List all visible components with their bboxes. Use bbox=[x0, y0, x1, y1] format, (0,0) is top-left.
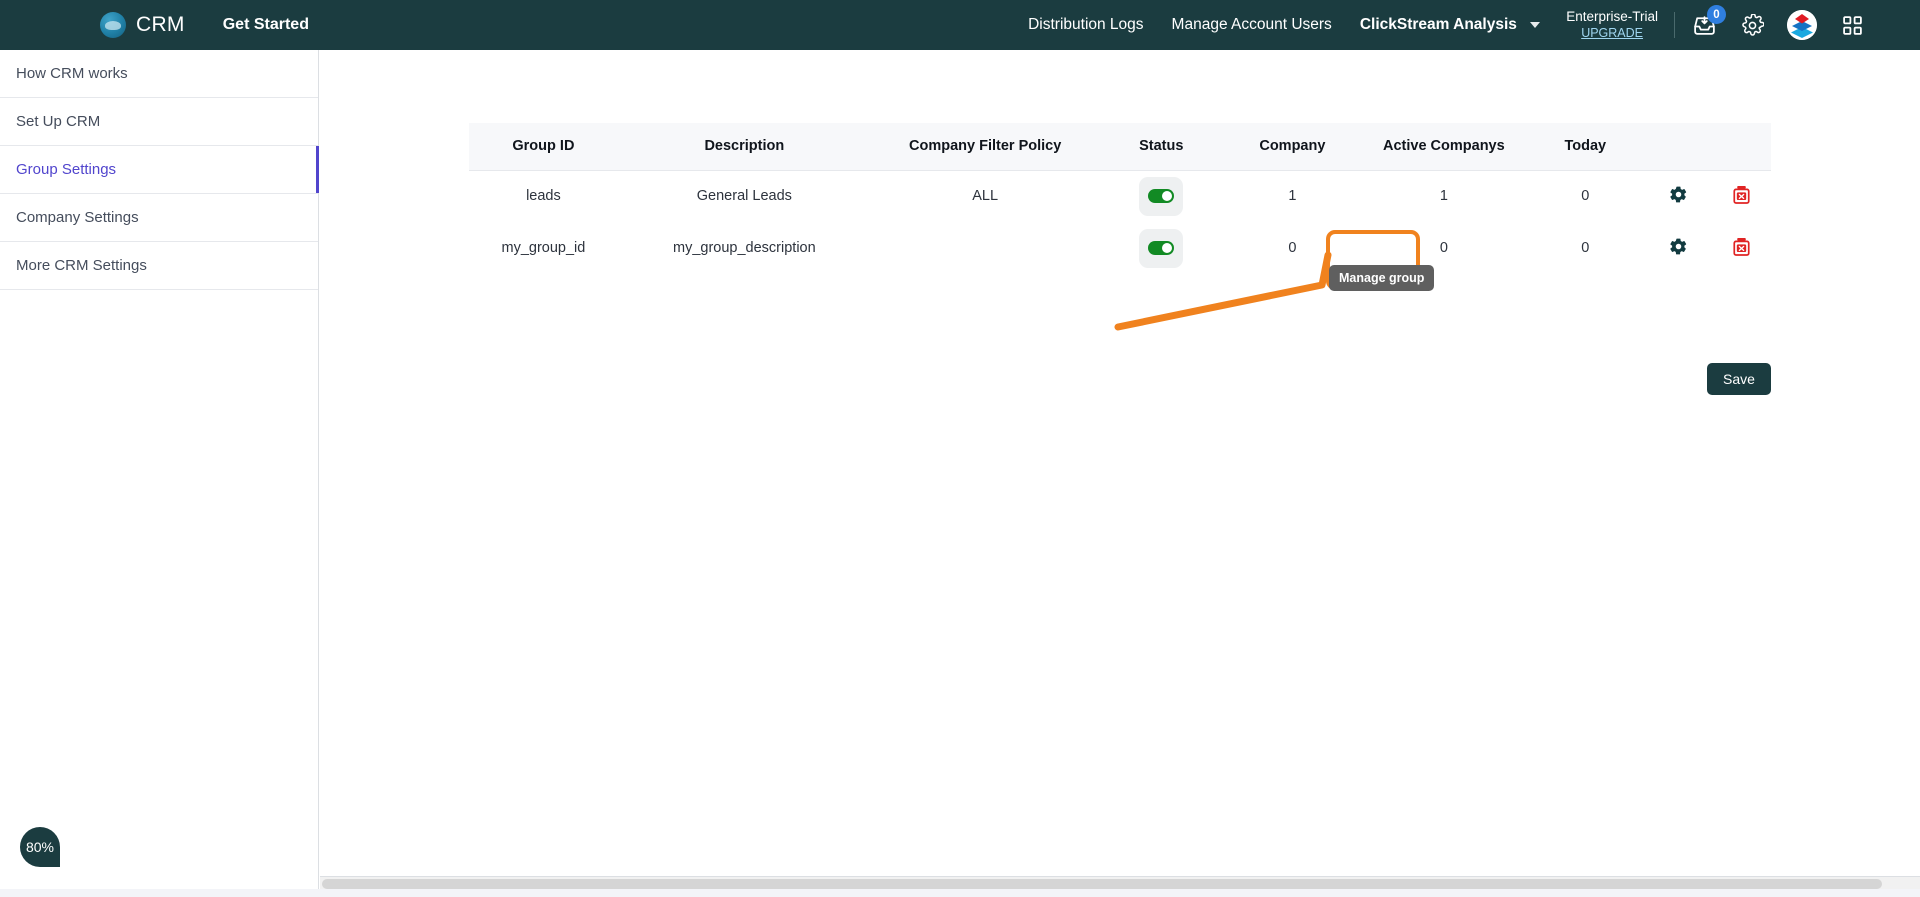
sidebar-item-label: Group Settings bbox=[16, 161, 117, 178]
product-logo-glyph bbox=[1787, 10, 1817, 40]
inbox-badge-count: 0 bbox=[1707, 5, 1726, 24]
cell-status bbox=[1099, 170, 1224, 222]
tooltip-manage-group: Manage group bbox=[1329, 265, 1435, 291]
toggle-switch-on-icon bbox=[1148, 189, 1175, 204]
nav-link-distribution-logs[interactable]: Distribution Logs bbox=[1028, 16, 1143, 34]
plan-name: Enterprise-Trial bbox=[1566, 8, 1658, 24]
gear-icon bbox=[1669, 186, 1686, 203]
delete-icon bbox=[1733, 185, 1750, 204]
column-header-actions-delete bbox=[1711, 123, 1771, 171]
apps-grid-icon[interactable] bbox=[1839, 12, 1865, 38]
product-logo-icon[interactable] bbox=[1787, 10, 1817, 40]
group-settings-table: Group ID Description Company Filter Poli… bbox=[469, 123, 1771, 274]
cell-active-companys: 1 bbox=[1361, 170, 1526, 222]
sidebar-item-company-settings[interactable]: Company Settings bbox=[0, 194, 318, 242]
status-toggle-container bbox=[1099, 228, 1223, 268]
sidebar-item-how-crm-works[interactable]: How CRM works bbox=[0, 50, 318, 98]
horizontal-scrollbar-thumb[interactable] bbox=[322, 879, 1882, 889]
upgrade-link[interactable]: UPGRADE bbox=[1566, 26, 1658, 42]
crm-cloud-logo-icon bbox=[100, 12, 126, 38]
horizontal-scrollbar-track[interactable] bbox=[320, 876, 1920, 890]
save-button[interactable]: Save bbox=[1707, 363, 1771, 395]
get-started-link[interactable]: Get Started bbox=[223, 16, 309, 34]
column-header-status: Status bbox=[1099, 123, 1224, 171]
delete-group-button[interactable] bbox=[1711, 222, 1771, 274]
nav-link-clickstream-analysis-label: ClickStream Analysis bbox=[1359, 16, 1517, 33]
apps-grid-glyph bbox=[1842, 15, 1862, 35]
chevron-down-icon bbox=[1530, 21, 1541, 28]
delete-icon bbox=[1733, 237, 1750, 256]
bottom-strip bbox=[0, 889, 1920, 897]
table-header-row: Group ID Description Company Filter Poli… bbox=[469, 123, 1771, 171]
column-header-group-id: Group ID bbox=[469, 123, 618, 171]
top-navigation-bar: CRM Get Started Distribution Logs Manage… bbox=[0, 0, 1920, 50]
sidebar-item-group-settings[interactable]: Group Settings bbox=[0, 146, 319, 194]
nav-link-manage-account-users[interactable]: Manage Account Users bbox=[1172, 16, 1332, 34]
main-content: Group ID Description Company Filter Poli… bbox=[320, 50, 1920, 890]
cell-description: my_group_description bbox=[617, 222, 871, 274]
plan-block: Enterprise-Trial UPGRADE bbox=[1566, 9, 1658, 42]
cell-policy: ALL bbox=[870, 170, 1100, 222]
gear-glyph bbox=[1741, 13, 1764, 36]
column-header-today: Today bbox=[1525, 123, 1645, 171]
sidebar-item-set-up-crm[interactable]: Set Up CRM bbox=[0, 98, 318, 146]
sidebar-item-label: How CRM works bbox=[16, 65, 128, 82]
column-header-active-companys: Active Companys bbox=[1361, 123, 1526, 171]
brand-name: CRM bbox=[136, 13, 185, 36]
brand-area[interactable]: CRM Get Started bbox=[100, 12, 309, 38]
cell-policy bbox=[870, 222, 1100, 274]
sidebar-item-label: Set Up CRM bbox=[16, 113, 101, 130]
table-head: Group ID Description Company Filter Poli… bbox=[469, 123, 1771, 171]
table-row: my_group_id my_group_description 0 0 0 bbox=[469, 222, 1771, 274]
sidebar-item-more-crm-settings[interactable]: More CRM Settings bbox=[0, 242, 318, 290]
cell-status bbox=[1099, 222, 1224, 274]
status-toggle[interactable] bbox=[1139, 176, 1184, 216]
cell-company: 1 bbox=[1223, 170, 1362, 222]
gear-icon bbox=[1669, 238, 1686, 254]
cell-description: General Leads bbox=[617, 170, 871, 222]
gear-icon[interactable] bbox=[1739, 12, 1765, 38]
table-body: leads General Leads ALL 1 1 0 my_group_i… bbox=[469, 170, 1771, 274]
delete-group-button[interactable] bbox=[1711, 170, 1771, 222]
primary-nav: Distribution Logs Manage Account Users C… bbox=[1028, 16, 1541, 34]
sidebar-item-label: Company Settings bbox=[16, 209, 139, 226]
status-toggle-container bbox=[1099, 176, 1223, 216]
manage-group-button[interactable] bbox=[1644, 222, 1712, 274]
cell-today: 0 bbox=[1525, 170, 1645, 222]
nav-link-clickstream-analysis[interactable]: ClickStream Analysis bbox=[1359, 16, 1541, 34]
nav-divider bbox=[1674, 12, 1675, 38]
sidebar: How CRM works Set Up CRM Group Settings … bbox=[0, 50, 319, 890]
column-header-actions-gear bbox=[1644, 123, 1712, 171]
zoom-level-badge[interactable]: 80% bbox=[20, 827, 60, 867]
cell-group-id: my_group_id bbox=[469, 222, 618, 274]
status-toggle[interactable] bbox=[1139, 228, 1184, 268]
inbox-download-icon[interactable]: 0 bbox=[1691, 5, 1726, 38]
toggle-switch-on-icon bbox=[1148, 241, 1175, 255]
column-header-company-filter-policy: Company Filter Policy bbox=[870, 123, 1100, 171]
table-row: leads General Leads ALL 1 1 0 bbox=[469, 170, 1771, 222]
group-settings-table-wrapper: Group ID Description Company Filter Poli… bbox=[469, 123, 1771, 274]
cell-group-id: leads bbox=[469, 170, 618, 222]
column-header-description: Description bbox=[617, 123, 871, 171]
cell-today: 0 bbox=[1525, 222, 1645, 274]
header-icon-group: 0 bbox=[1691, 5, 1865, 40]
sidebar-item-label: More CRM Settings bbox=[16, 257, 147, 274]
column-header-company: Company bbox=[1223, 123, 1362, 171]
manage-group-button[interactable] bbox=[1644, 170, 1712, 222]
